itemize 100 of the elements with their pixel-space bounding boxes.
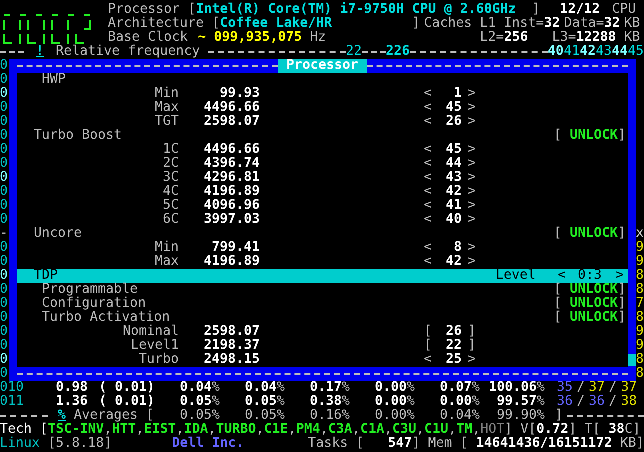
os-name: Linux (0, 437, 40, 451)
bracket-text: ] (568, 423, 577, 437)
tech-label: Tech [ (0, 423, 48, 437)
core-digit: 0 (0, 199, 9, 213)
frequency-value: 4196.89 (202, 185, 260, 199)
ratio-selector[interactable]: < 40 > (424, 213, 476, 227)
ruler-mark: 42 (580, 45, 596, 59)
ratio-label: Nominal (122, 325, 179, 339)
ratio-selector[interactable]: < 42 > (424, 185, 476, 199)
core-digit: 0 (0, 311, 9, 325)
core-digit: 8 (636, 367, 644, 381)
ratio-selector[interactable]: < 44 > (424, 157, 476, 171)
core-digit: 8 (636, 353, 644, 367)
core-digit: 0 (0, 171, 9, 185)
frequency-value: 99.93 (218, 87, 260, 101)
core-digit: 0 (0, 73, 9, 87)
state-percent: 99.57% (496, 395, 545, 409)
core-ratio: ( 0.01) (98, 395, 155, 409)
core-digit: 0 (0, 297, 9, 311)
memory-label: Mem [ (428, 437, 468, 451)
state-percent: 0.38% (308, 395, 350, 409)
base-clock-value: 099,935,075 (214, 31, 302, 45)
core-digit: 0 (0, 185, 9, 199)
level-selector[interactable]: < 0:3 > (558, 269, 624, 283)
temperature-value: / (609, 395, 618, 409)
architecture-label: Architecture [ (108, 17, 220, 31)
core-digit: 9 (636, 241, 644, 255)
temperature-value: / (577, 395, 586, 409)
memory-unit: KB] (620, 437, 644, 451)
kernel-version: [5.8.18] (48, 437, 112, 451)
voltage-value: 0.72 (536, 423, 569, 437)
core-digit: 0 (0, 269, 9, 283)
core-digit: 0 (0, 255, 9, 269)
average-percent: 0.05% (178, 409, 220, 423)
voltage-label: V[ (520, 423, 537, 437)
temperature-label: T[ (584, 423, 601, 437)
core-id: 010 (0, 381, 26, 395)
cache-size: 256 (504, 31, 528, 45)
feature-label: PM4, (296, 423, 328, 437)
unit-label: KB (624, 17, 640, 31)
caches-label: Caches L1 Inst= (424, 17, 544, 31)
menu-row[interactable]: TDP Level < 0:3 > (17, 269, 628, 283)
feature-label: TURBO, (216, 423, 264, 437)
ratio-selector[interactable]: < 25 > (424, 353, 476, 367)
ratio-selector[interactable]: < 41 > (424, 199, 476, 213)
state-percent: 0.05% (244, 395, 285, 409)
frequency-value: 2498.15 (202, 353, 260, 367)
frequency-value: 4496.66 (202, 101, 260, 115)
core-digit: 0 (0, 87, 9, 101)
ratio-selector[interactable]: < 26 > (424, 115, 476, 129)
state-percent: 0.04% (244, 381, 285, 395)
unlock-button[interactable]: [ UNLOCK] (554, 129, 626, 143)
ratio-selector[interactable]: < 43 > (424, 171, 476, 185)
unlock-button[interactable]: [ UNLOCK] (554, 297, 626, 311)
section-label: Turbo Boost (34, 129, 122, 143)
ratio-label: 4C (162, 185, 179, 199)
feature-label: C1U, (424, 423, 457, 437)
core-digit: 0 (0, 59, 9, 73)
core-ratio: ( 0.01) (98, 381, 155, 395)
unlock-button[interactable]: [ UNLOCK] (554, 311, 626, 325)
feature-label: C3U, (392, 423, 425, 437)
state-percent: 0.05% (178, 395, 220, 409)
scroll-thumb[interactable] (628, 354, 636, 366)
feature-label: IDA, (184, 423, 216, 437)
core-digit: 0 (0, 157, 9, 171)
average-percent: 99.90% (496, 409, 546, 423)
unit-label: Hz (310, 31, 326, 45)
cache-label: Data= (564, 17, 604, 31)
tasks-label: Tasks [ (308, 437, 364, 451)
ratio-label: 1C (162, 143, 179, 157)
temperature-value: 37 (589, 381, 606, 395)
cache-size: 12288 (576, 31, 616, 45)
state-percent: 0.00% (374, 395, 415, 409)
frequency-value: 799.41 (210, 241, 260, 255)
ruler-mark: 44 (612, 45, 628, 59)
ratio-selector[interactable]: [ 22 ] (424, 339, 476, 353)
ratio-selector[interactable]: < 45 > (424, 101, 476, 115)
ratio-label: 6C (162, 213, 179, 227)
core-digit: 7 (636, 297, 644, 311)
temperature-value: / (609, 381, 618, 395)
ratio-selector[interactable]: < 42 > (424, 255, 476, 269)
average-percent: 0.00% (374, 409, 416, 423)
ratio-selector[interactable]: [ 26 ] (424, 325, 476, 339)
feature-label: HOT (480, 423, 505, 437)
core-digit: 0 (0, 213, 9, 227)
frequency-value: 2598.07 (202, 325, 260, 339)
ratio-selector[interactable]: < 8 > (424, 241, 476, 255)
memory-value: 14641436/16151172 (476, 437, 612, 451)
frequency-value: 4296.81 (202, 171, 260, 185)
cache-size: 32 (604, 17, 620, 31)
unlock-button[interactable]: [ UNLOCK] (554, 227, 626, 241)
core-frequency: 1.36 (54, 395, 88, 409)
ruler-mark: 43 (596, 45, 612, 59)
core-digit: 0 (0, 115, 9, 129)
setting-label: Turbo Activation (42, 311, 170, 325)
section-label: TDP (34, 269, 58, 283)
ratio-selector[interactable]: < 45 > (424, 143, 476, 157)
core-digit: 0 (0, 101, 9, 115)
ratio-selector[interactable]: < 1 > (424, 87, 476, 101)
unlock-button[interactable]: [ UNLOCK] (554, 283, 626, 297)
